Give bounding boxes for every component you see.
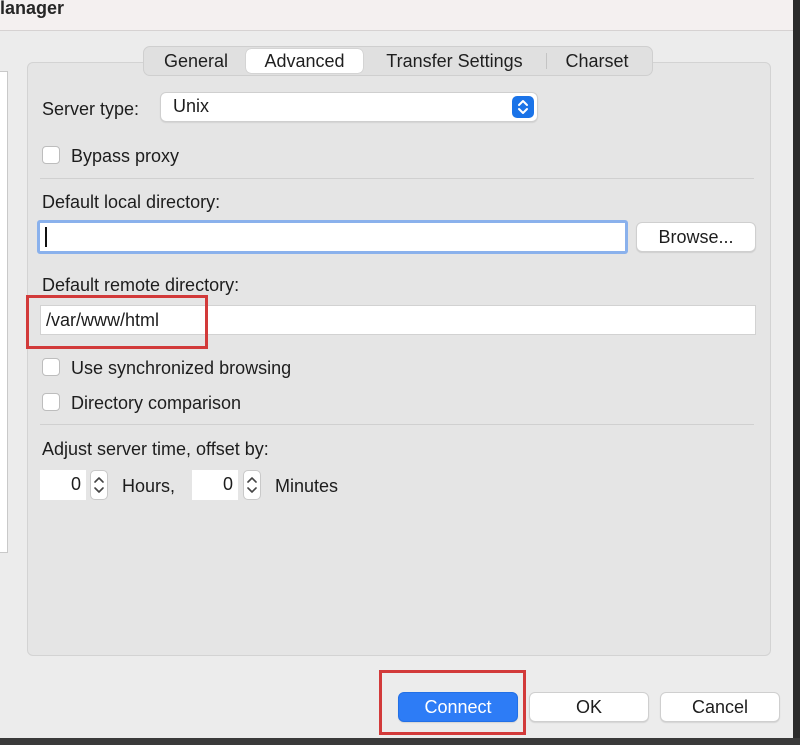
- cancel-button[interactable]: Cancel: [660, 692, 780, 722]
- title-bar: lanager: [0, 0, 793, 31]
- server-type-value: Unix: [173, 96, 210, 116]
- site-list-panel[interactable]: [0, 71, 8, 553]
- remote-directory-label: Default remote directory:: [42, 275, 240, 295]
- tab-advanced[interactable]: Advanced: [246, 49, 363, 73]
- hours-offset-input[interactable]: 0: [40, 470, 86, 500]
- bypass-proxy-label: Bypass proxy: [71, 146, 180, 166]
- stepper-arrows-icon: [94, 477, 104, 493]
- local-directory-label: Default local directory:: [42, 192, 221, 212]
- browse-button[interactable]: Browse...: [636, 222, 756, 252]
- tab-general[interactable]: General: [146, 49, 246, 73]
- section-divider: [40, 424, 754, 425]
- directory-comparison-label: Directory comparison: [71, 393, 242, 413]
- local-directory-input[interactable]: [37, 220, 628, 254]
- minutes-label: Minutes: [275, 476, 339, 496]
- remote-directory-input[interactable]: /var/www/html: [40, 305, 756, 335]
- hours-label: Hours,: [122, 476, 176, 496]
- select-arrows-icon: [512, 96, 534, 118]
- settings-tabbar: General Advanced Transfer Settings Chars…: [143, 46, 653, 76]
- hours-offset-value: 0: [70, 474, 81, 494]
- ok-button[interactable]: OK: [529, 692, 649, 722]
- minutes-stepper[interactable]: [243, 470, 261, 500]
- connect-button[interactable]: Connect: [398, 692, 518, 722]
- time-offset-label: Adjust server time, offset by:: [42, 439, 269, 459]
- stepper-arrows-icon: [247, 477, 257, 493]
- tab-charset[interactable]: Charset: [547, 49, 647, 73]
- tab-transfer-settings[interactable]: Transfer Settings: [363, 49, 546, 73]
- directory-comparison-checkbox[interactable]: [42, 393, 60, 411]
- window-title: lanager: [0, 0, 65, 18]
- text-caret: [45, 227, 47, 247]
- server-type-label: Server type:: [42, 99, 140, 119]
- sync-browsing-checkbox[interactable]: [42, 358, 60, 376]
- server-type-select[interactable]: Unix: [160, 92, 538, 122]
- minutes-offset-value: 0: [222, 474, 233, 494]
- desktop-background: [0, 738, 800, 745]
- sync-browsing-label: Use synchronized browsing: [71, 358, 292, 378]
- section-divider: [40, 178, 754, 179]
- hours-stepper[interactable]: [90, 470, 108, 500]
- site-manager-window: lanager General Advanced Transfer Settin…: [0, 0, 793, 738]
- minutes-offset-input[interactable]: 0: [192, 470, 238, 500]
- bypass-proxy-checkbox[interactable]: [42, 146, 60, 164]
- remote-directory-value: /var/www/html: [46, 310, 160, 330]
